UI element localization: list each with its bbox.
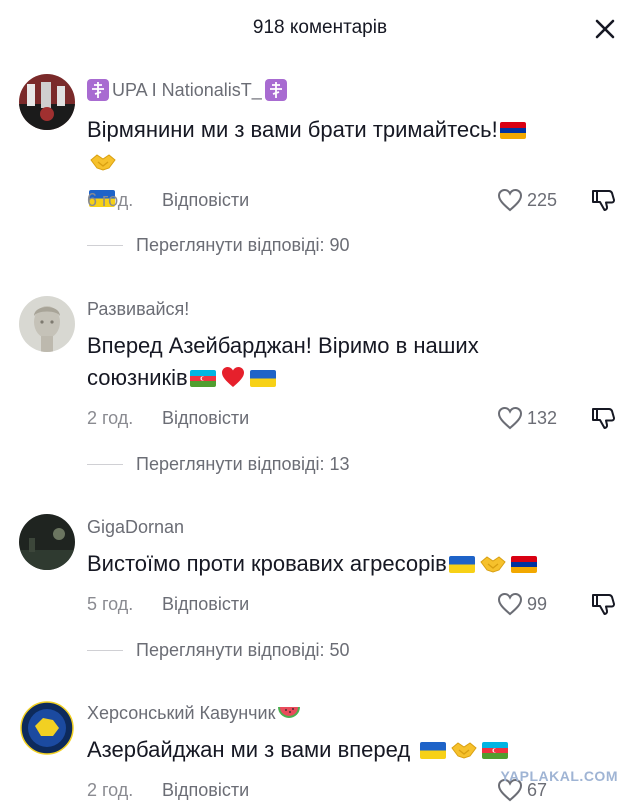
reply-button[interactable]: Відповісти	[162, 594, 249, 615]
view-replies-button[interactable]: Переглянути відповіді: 90	[87, 235, 350, 256]
divider-line	[87, 464, 123, 465]
dislike-button[interactable]	[590, 591, 616, 617]
comment-time: 5 год.	[87, 594, 134, 614]
avatar[interactable]	[19, 700, 75, 756]
like-count: 99	[527, 593, 548, 614]
like-count: 132	[527, 407, 558, 428]
divider-line	[87, 650, 123, 651]
like-button[interactable]: 225	[497, 187, 557, 213]
watermark: YAPLAKAL.COM	[500, 768, 618, 784]
comment-text-content: Вірмянини ми з вами брати тримайтесь!	[87, 117, 498, 142]
username-text: Херсонський Кавунчик	[87, 703, 276, 723]
avatar[interactable]	[19, 74, 75, 130]
thumbs-down-icon	[592, 594, 616, 615]
reply-button[interactable]: Відповісти	[162, 190, 249, 211]
like-count: 225	[527, 189, 558, 210]
orthodox-cross-icon	[87, 79, 109, 101]
comment-text-line: Вперед Азейбарджан! Віримо в наших	[87, 333, 479, 358]
comment-time: 2 год.	[87, 408, 134, 428]
like-button[interactable]: 132	[497, 405, 557, 431]
ukraine-flag-icon	[420, 742, 447, 759]
orthodox-cross-icon	[264, 79, 287, 101]
handshake-icon	[479, 552, 507, 584]
like-button[interactable]: 99	[497, 591, 547, 617]
reply-button[interactable]: Відповісти	[162, 408, 249, 429]
view-replies-label: Переглянути відповіді: 50	[136, 640, 350, 660]
comment-username[interactable]: GigaDornan	[87, 517, 184, 538]
comment-time: 6 год.	[87, 190, 134, 210]
handshake-icon	[89, 150, 117, 182]
armenia-flag-icon	[510, 556, 537, 573]
comment-username[interactable]: Развивайся!	[87, 299, 189, 320]
comment-text-content: Вистоїмо проти кровавих агресорів	[87, 551, 447, 576]
azerbaijan-flag-icon	[189, 370, 216, 387]
view-replies-button[interactable]: Переглянути відповіді: 13	[87, 454, 350, 475]
comment-text-line: союзників	[87, 365, 188, 390]
thumbs-down-icon	[592, 408, 616, 429]
ukraine-flag-icon	[448, 556, 475, 573]
reply-button[interactable]: Відповісти	[162, 780, 249, 801]
avatar[interactable]	[19, 296, 75, 352]
thumbs-down-icon	[592, 190, 616, 211]
comment-text: Вперед Азейбарджан! Віримо в наших союзн…	[87, 330, 547, 398]
comment-text: Вірмянини ми з вами брати тримайтесь!	[87, 114, 547, 214]
watermelon-icon	[278, 706, 301, 718]
comment-time: 2 год.	[87, 780, 134, 800]
dislike-button[interactable]	[590, 405, 616, 431]
close-button[interactable]	[592, 16, 618, 42]
comments-count-title: 918 коментарів	[252, 17, 388, 38]
comment-text: Вистоїмо проти кровавих агресорів	[87, 548, 547, 584]
close-icon	[595, 19, 615, 39]
armenia-flag-icon	[499, 122, 526, 139]
red-heart-icon	[220, 365, 246, 398]
handshake-icon	[450, 738, 478, 770]
heart-outline-icon	[497, 592, 523, 616]
view-replies-label: Переглянути відповіді: 13	[136, 454, 350, 474]
ukraine-flag-icon	[249, 370, 276, 387]
comment-text: Азербайджан ми з вами вперед	[87, 734, 547, 770]
divider-line	[87, 245, 123, 246]
username-text: UPA I NationalisT_	[112, 79, 262, 100]
view-replies-label: Переглянути відповіді: 90	[136, 235, 350, 255]
azerbaijan-flag-icon	[482, 742, 509, 759]
avatar[interactable]	[19, 514, 75, 570]
heart-outline-icon	[497, 406, 523, 430]
comment-username[interactable]: Херсонський Кавунчик	[87, 703, 301, 724]
comment-text-content: Азербайджан ми з вами вперед	[87, 737, 411, 762]
comments-header: 918 коментарів	[0, 0, 640, 60]
view-replies-button[interactable]: Переглянути відповіді: 50	[87, 640, 350, 661]
comment-username[interactable]: UPA I NationalisT_	[87, 79, 287, 101]
heart-outline-icon	[497, 188, 523, 212]
dislike-button[interactable]	[590, 187, 616, 213]
